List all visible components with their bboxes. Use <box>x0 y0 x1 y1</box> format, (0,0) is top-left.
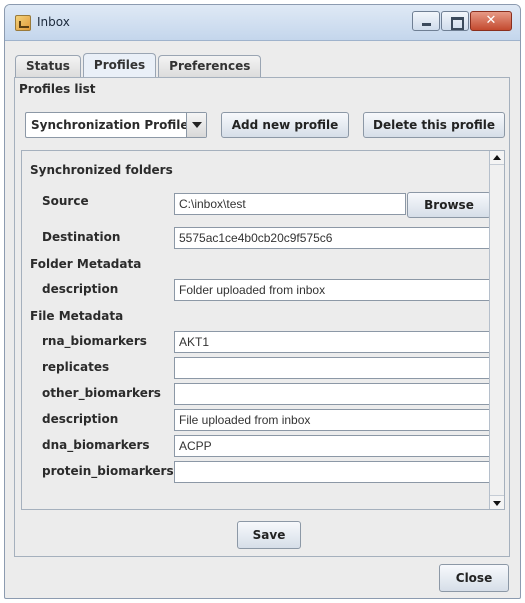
profile-settings-scroll[interactable]: Synchronized folders Source C:\inbox\tes… <box>21 150 505 510</box>
maximize-icon <box>442 12 468 30</box>
selected-profile: Synchronization Profile 1 <box>31 118 202 132</box>
section-folder-metadata: Folder Metadata <box>30 257 142 271</box>
other-biomarkers-field[interactable] <box>174 383 491 405</box>
protein-biomarkers-label: protein_biomarkers <box>42 464 174 478</box>
vertical-scrollbar[interactable] <box>489 151 504 509</box>
minimize-icon <box>413 12 439 30</box>
tab-status[interactable]: Status <box>15 55 81 77</box>
section-file-metadata: File Metadata <box>30 309 124 323</box>
java-app-icon <box>15 15 31 31</box>
file-description-label: description <box>42 412 119 426</box>
chevron-down-icon[interactable] <box>186 113 206 137</box>
rna-biomarkers-field[interactable]: AKT1 <box>174 331 491 353</box>
add-profile-button[interactable]: Add new profile <box>221 112 349 138</box>
close-icon: ✕ <box>485 13 497 28</box>
delete-profile-button[interactable]: Delete this profile <box>363 112 505 138</box>
tab-profiles[interactable]: Profiles <box>82 53 157 77</box>
maximize-button[interactable] <box>441 11 469 31</box>
replicates-field[interactable] <box>174 357 491 379</box>
file-description-field[interactable]: File uploaded from inbox <box>174 409 491 431</box>
close-button[interactable]: Close <box>439 564 509 592</box>
tab-preferences[interactable]: Preferences <box>158 55 262 77</box>
dna-biomarkers-label: dna_biomarkers <box>42 438 150 452</box>
save-button[interactable]: Save <box>237 521 301 549</box>
section-synchronized-folders: Synchronized folders <box>30 163 173 177</box>
browse-button[interactable]: Browse <box>407 192 491 218</box>
destination-label: Destination <box>42 230 121 244</box>
inbox-window: Inbox ✕ Status Profiles Preferences Prof… <box>4 4 521 599</box>
other-biomarkers-label: other_biomarkers <box>42 386 161 400</box>
folder-description-field[interactable]: Folder uploaded from inbox <box>174 279 491 301</box>
profile-select[interactable]: Synchronization Profile 1 <box>25 112 207 138</box>
close-window-button[interactable]: ✕ <box>470 11 512 31</box>
window-controls: ✕ <box>411 11 512 31</box>
window-title: Inbox <box>37 15 70 29</box>
protein-biomarkers-field[interactable] <box>174 461 491 483</box>
scroll-up-icon[interactable] <box>490 151 504 165</box>
profiles-list-label: Profiles list <box>19 82 96 96</box>
source-field[interactable]: C:\inbox\test <box>174 193 406 215</box>
source-label: Source <box>42 194 89 208</box>
title-bar[interactable]: Inbox ✕ <box>5 5 520 41</box>
rna-biomarkers-label: rna_biomarkers <box>42 334 147 348</box>
scroll-down-icon[interactable] <box>490 495 504 509</box>
tab-bar: Status Profiles Preferences <box>15 53 263 77</box>
minimize-button[interactable] <box>412 11 440 31</box>
profiles-panel: Profiles list Synchronization Profile 1 … <box>14 77 510 557</box>
destination-field[interactable]: 5575ac1ce4b0cb20c9f575c6 <box>174 227 491 249</box>
folder-description-label: description <box>42 282 119 296</box>
replicates-label: replicates <box>42 360 110 374</box>
dna-biomarkers-field[interactable]: ACPP <box>174 435 491 457</box>
